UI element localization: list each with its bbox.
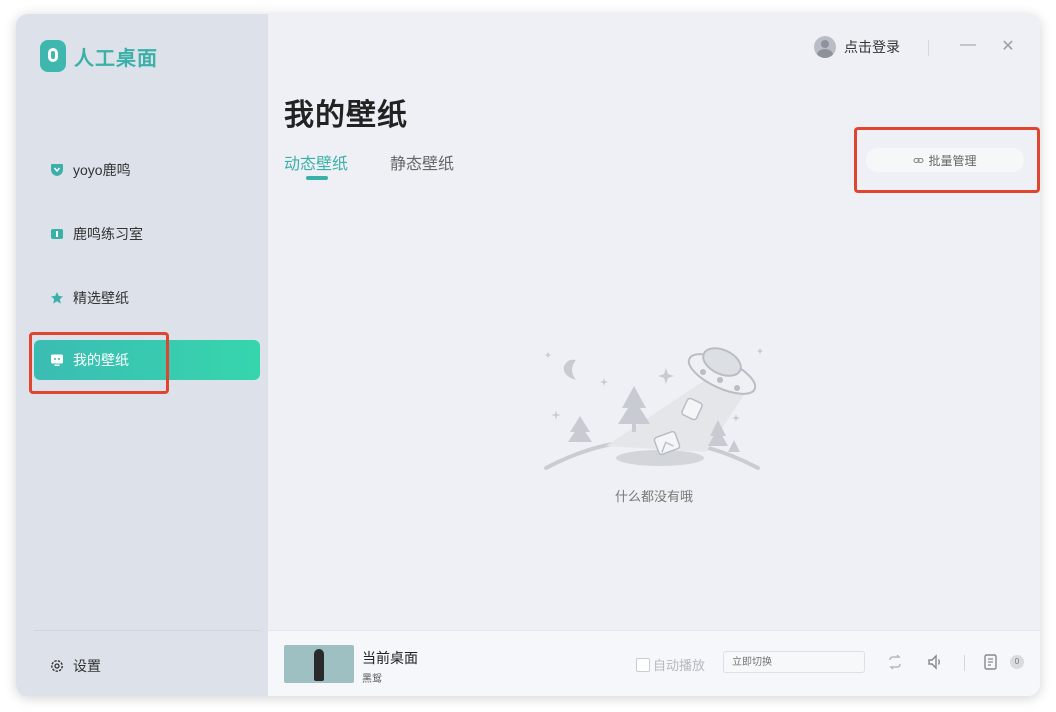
practice-room-icon [50, 227, 64, 241]
highlight-box-batch-manage [854, 127, 1040, 193]
login-label: 点击登录 [844, 39, 900, 55]
page-title: 我的壁纸 [284, 99, 408, 132]
minimize-icon: — [960, 36, 976, 53]
player-bar: 当前桌面 黑鸳 自动播放 0 [268, 630, 1040, 696]
playlist-icon[interactable] [982, 653, 1000, 671]
topbar-divider [928, 40, 929, 56]
login-button[interactable]: 点击登录 [814, 36, 900, 58]
thumbnail-figure [314, 649, 324, 681]
sidebar-item-label: yoyo鹿鸣 [73, 162, 131, 178]
logo-icon [40, 40, 66, 72]
current-wallpaper-thumbnail[interactable] [284, 645, 354, 683]
sidebar-item-yoyo[interactable]: yoyo鹿鸣 [34, 150, 260, 190]
autoplay-label: 自动播放 [653, 658, 706, 673]
checkbox-box [636, 657, 650, 672]
sidebar-item-featured[interactable]: 精选壁纸 [34, 278, 260, 318]
volume-icon[interactable] [926, 653, 944, 671]
playlist-count-badge: 0 [1010, 655, 1024, 669]
empty-state-ufo-illustration [540, 328, 764, 474]
tab-dynamic-wallpapers[interactable]: 动态壁纸 [284, 150, 348, 174]
player-divider [964, 655, 965, 671]
tab-active-indicator [306, 176, 328, 180]
loop-icon[interactable] [886, 653, 904, 671]
sidebar: 人工桌面 yoyo鹿鸣 鹿鸣练习室 精选壁纸 我的壁纸 设置 [16, 14, 268, 696]
current-desktop-title: 当前桌面 [362, 650, 418, 666]
autoplay-checkbox[interactable]: 自动播放 [636, 655, 705, 674]
minimize-button[interactable]: — [958, 36, 978, 54]
close-button[interactable]: ✕ [998, 36, 1018, 56]
settings-label: 设置 [73, 658, 101, 674]
sidebar-item-label: 精选壁纸 [73, 290, 129, 306]
app-window: 人工桌面 yoyo鹿鸣 鹿鸣练习室 精选壁纸 我的壁纸 设置 点击登录 — ✕ … [16, 14, 1040, 696]
empty-state-text: 什么都没有哦 [614, 489, 693, 504]
sidebar-item-practice-room[interactable]: 鹿鸣练习室 [34, 214, 260, 254]
tab-static-wallpapers[interactable]: 静态壁纸 [390, 150, 454, 174]
logo-text: 人工桌面 [74, 47, 158, 70]
current-wallpaper-name: 黑鸳 [362, 674, 382, 685]
avatar [814, 36, 836, 58]
star-icon [50, 291, 64, 305]
settings-button[interactable]: 设置 [50, 656, 101, 676]
main-panel: 点击登录 — ✕ 我的壁纸 动态壁纸 静态壁纸 批量管理 什么都没有哦 当前桌面… [268, 14, 1040, 696]
sidebar-item-label: 鹿鸣练习室 [73, 226, 143, 242]
app-logo: 人工桌面 [40, 40, 158, 72]
close-icon: ✕ [1001, 38, 1015, 55]
heart-shield-icon [50, 163, 64, 177]
switch-interval-input[interactable] [723, 651, 865, 673]
highlight-box-my-wallpapers [29, 332, 169, 394]
gear-icon [50, 659, 64, 673]
sidebar-divider [34, 630, 260, 631]
